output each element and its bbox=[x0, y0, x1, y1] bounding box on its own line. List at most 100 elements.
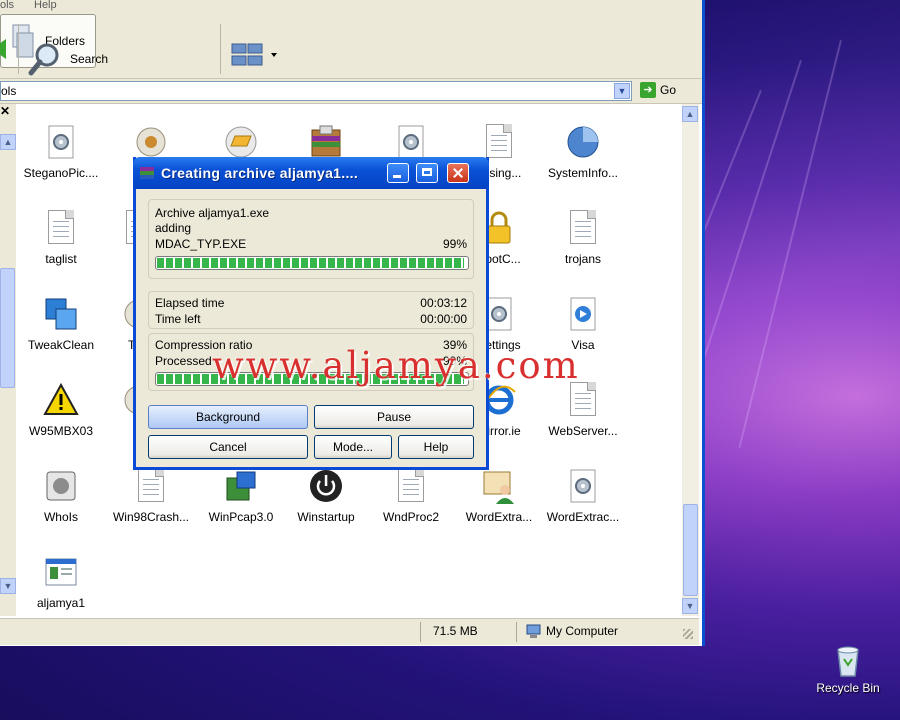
maximize-icon[interactable] bbox=[416, 163, 438, 183]
address-field[interactable]: ols ▼ bbox=[0, 81, 632, 101]
my-computer-icon bbox=[526, 624, 541, 638]
pause-button[interactable]: Pause bbox=[314, 405, 474, 429]
recycle-bin[interactable]: Recycle Bin bbox=[808, 644, 888, 695]
file-item[interactable]: taglist bbox=[18, 210, 104, 266]
settings-doc-icon bbox=[393, 124, 429, 160]
help-button[interactable]: Help bbox=[398, 435, 474, 459]
settings-doc-icon bbox=[43, 124, 79, 160]
time-left-row: Time left 00:00:00 bbox=[155, 312, 467, 326]
menu-tools[interactable]: ols bbox=[0, 0, 14, 11]
exe-icon bbox=[43, 554, 79, 590]
app-icon bbox=[133, 124, 169, 160]
file-item[interactable]: WndProc2 bbox=[368, 468, 454, 524]
file-item[interactable]: Win98Crash... bbox=[108, 468, 194, 524]
file-item[interactable]: trojans bbox=[540, 210, 626, 266]
current-file-name: MDAC_TYP.EXE bbox=[155, 237, 247, 251]
views-button[interactable] bbox=[230, 28, 278, 82]
menu-bar: ols Help bbox=[0, 0, 702, 14]
menu-help[interactable]: Help bbox=[34, 0, 57, 11]
person-icon bbox=[481, 468, 517, 504]
resize-grip[interactable] bbox=[683, 629, 693, 639]
file-item[interactable]: WordExtra... bbox=[456, 468, 542, 524]
doc-icon bbox=[43, 210, 79, 246]
file-progress-bar bbox=[155, 256, 469, 270]
time-left-value: 00:00:00 bbox=[420, 312, 467, 326]
go-label: Go bbox=[660, 83, 677, 97]
scroll-thumb[interactable] bbox=[0, 268, 15, 388]
file-progress-fill bbox=[157, 258, 464, 268]
power-icon bbox=[308, 468, 344, 504]
background-button[interactable]: Background bbox=[148, 405, 308, 429]
media-icon bbox=[565, 296, 601, 332]
go-button[interactable]: ➜ Go bbox=[640, 82, 676, 98]
cancel-button[interactable]: Cancel bbox=[148, 435, 308, 459]
mode-button[interactable]: Mode... bbox=[314, 435, 392, 459]
watermark-text: www.aljamya.com bbox=[212, 344, 580, 387]
file-item[interactable]: WordExtrac... bbox=[540, 468, 626, 524]
status-divider bbox=[516, 622, 517, 642]
file-item-label: WordExtra... bbox=[465, 510, 533, 524]
action-line: adding bbox=[155, 221, 192, 235]
archive-line: Archive aljamya1.exe bbox=[155, 206, 270, 220]
file-item[interactable]: W95MBX03 bbox=[18, 382, 104, 438]
current-file-row: MDAC_TYP.EXE 99% bbox=[155, 237, 467, 251]
scroll-up-icon[interactable]: ▲ bbox=[682, 106, 698, 122]
windows-app-icon bbox=[43, 296, 79, 332]
file-item[interactable]: aljamya1 bbox=[18, 554, 104, 610]
doc-icon bbox=[565, 382, 601, 418]
file-item[interactable]: SystemInfo... bbox=[540, 124, 626, 180]
archive-progress-dialog: Creating archive aljamya1.... Archive al… bbox=[133, 157, 489, 470]
whois-icon bbox=[43, 468, 79, 504]
file-item-label: WndProc2 bbox=[382, 510, 440, 524]
file-item-label: Win98Crash... bbox=[112, 510, 190, 524]
scroll-thumb[interactable] bbox=[683, 504, 698, 596]
minimize-icon[interactable] bbox=[387, 163, 409, 183]
file-item[interactable]: WhoIs bbox=[18, 468, 104, 524]
archive-icon bbox=[308, 124, 344, 160]
progress-group: Archive aljamya1.exe adding MDAC_TYP.EXE… bbox=[148, 199, 474, 279]
file-item-label: SystemInfo... bbox=[547, 166, 619, 180]
file-item-label: TweakClean bbox=[27, 338, 95, 352]
close-icon[interactable] bbox=[447, 163, 469, 183]
status-divider bbox=[420, 622, 421, 642]
file-item[interactable]: SteganoPic.... bbox=[18, 124, 104, 180]
views-icon bbox=[231, 43, 277, 66]
doc-icon bbox=[481, 124, 517, 160]
file-item[interactable]: WebServer... bbox=[540, 382, 626, 438]
scroll-down-icon[interactable]: ▼ bbox=[682, 598, 698, 614]
recycle-bin-label: Recycle Bin bbox=[816, 681, 880, 695]
pie-app-icon bbox=[565, 124, 601, 160]
recycle-bin-icon bbox=[837, 646, 859, 677]
doc-icon bbox=[565, 210, 601, 246]
elapsed-label: Elapsed time bbox=[155, 296, 225, 310]
file-item-label: WinPcap3.0 bbox=[208, 510, 274, 524]
dialog-title-bar[interactable]: Creating archive aljamya1.... bbox=[133, 157, 489, 189]
file-item[interactable]: Winstartup bbox=[283, 468, 369, 524]
doc-icon bbox=[393, 468, 429, 504]
toolbar: Search Folders bbox=[0, 14, 702, 79]
address-value: ols bbox=[1, 84, 17, 98]
chevron-down-icon[interactable]: ▼ bbox=[614, 83, 630, 99]
vertical-scrollbar[interactable]: ▲ ▼ bbox=[682, 104, 699, 616]
search-button[interactable]: Search bbox=[28, 32, 108, 86]
file-item-label: SteganoPic.... bbox=[23, 166, 99, 180]
toolbar-separator bbox=[220, 24, 221, 74]
file-item-label: WhoIs bbox=[43, 510, 78, 524]
elapsed-value: 00:03:12 bbox=[420, 296, 467, 310]
scroll-down-icon[interactable]: ▼ bbox=[0, 578, 16, 594]
file-item[interactable]: TweakClean bbox=[18, 296, 104, 352]
file-item[interactable]: WinPcap3.0 bbox=[198, 468, 284, 524]
doc-icon bbox=[133, 468, 169, 504]
back-arrow-icon[interactable] bbox=[0, 34, 10, 64]
file-item-label: WordExtrac... bbox=[546, 510, 620, 524]
file-item-label: WebServer... bbox=[548, 424, 618, 438]
file-item-label: aljamya1 bbox=[36, 596, 86, 610]
settings-doc-icon bbox=[565, 468, 601, 504]
close-icon[interactable]: ✕ bbox=[0, 104, 16, 120]
status-location: My Computer bbox=[546, 624, 619, 638]
left-pane-scrollbar[interactable]: ✕ ▲ ▼ bbox=[0, 104, 16, 616]
installer-icon bbox=[223, 468, 259, 504]
scroll-up-icon[interactable]: ▲ bbox=[0, 134, 16, 150]
file-item-label: Winstartup bbox=[297, 510, 355, 524]
file-item-label: W95MBX03 bbox=[28, 424, 94, 438]
